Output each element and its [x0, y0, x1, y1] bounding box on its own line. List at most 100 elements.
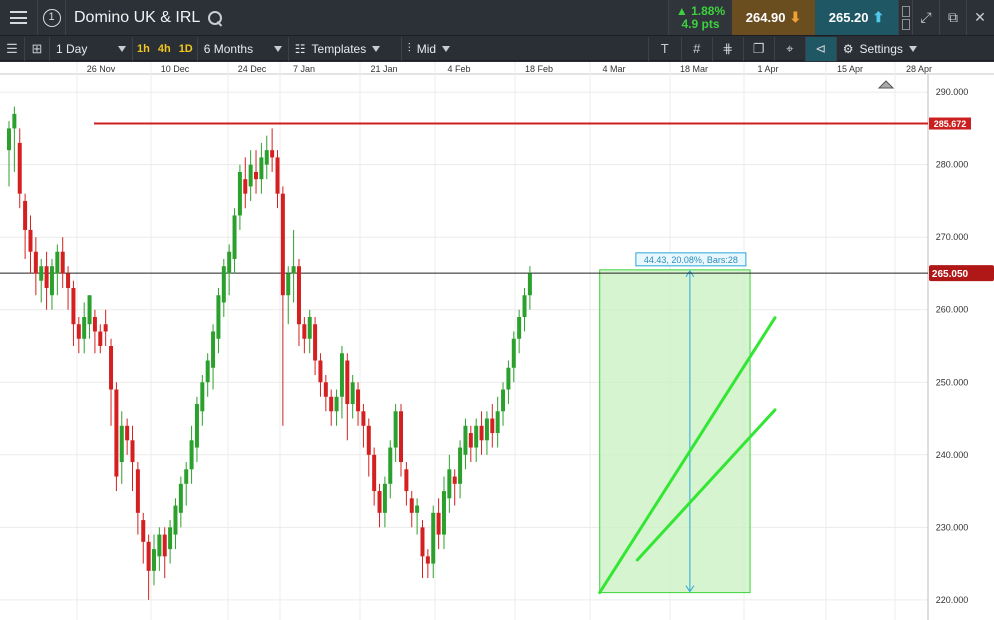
fib-icon[interactable]: ⋕ — [713, 37, 743, 61]
candle-body — [372, 454, 377, 492]
candle-body — [49, 266, 54, 296]
candle-body — [431, 512, 436, 564]
candle-body — [474, 425, 479, 448]
candle-body — [522, 295, 527, 317]
candle-body — [7, 128, 11, 151]
price-chart[interactable]: 26 Nov 10 Dec 24 Dec 7 Jan 21 Jan 4 Feb 18 Feb… — [0, 62, 994, 620]
up-arrow-icon: ▲ — [675, 3, 688, 18]
candle-body — [221, 266, 226, 303]
buy-button[interactable]: 265.20 ⬆ — [815, 0, 898, 35]
crosshair-icon[interactable]: ⌖ — [775, 37, 805, 61]
candle-body — [307, 316, 312, 339]
candle-body — [44, 266, 49, 288]
x-tick-label: 18 Mar — [680, 64, 708, 74]
candle-body — [409, 498, 414, 513]
candle-body — [280, 193, 285, 296]
settings-dropdown[interactable]: ⚙ Settings — [837, 37, 935, 61]
sell-price: 264.90 — [745, 10, 786, 25]
timeframe-4h[interactable]: 4h — [154, 43, 175, 55]
sell-button[interactable]: 264.90 ⬇ — [732, 0, 815, 35]
candle-body — [82, 316, 87, 339]
candles-icon: ⫶ — [407, 41, 411, 55]
candle-body — [141, 520, 146, 542]
chevron-down-icon — [908, 45, 917, 52]
chevron-down-icon — [118, 45, 126, 52]
interval-dropdown[interactable]: 1 Day — [50, 37, 132, 61]
candle-body — [291, 266, 296, 274]
gear-icon: ⚙ — [842, 41, 854, 56]
measure-label: 44.43, 20.08%, Bars:28 — [644, 255, 738, 265]
candle-body — [484, 418, 489, 441]
candle-body — [495, 411, 500, 434]
scroll-up-icon — [877, 80, 895, 89]
search-icon[interactable] — [207, 10, 223, 26]
menu-icon[interactable] — [0, 0, 38, 35]
templates-dropdown[interactable]: ☷ Templates — [289, 37, 401, 61]
candle-body — [441, 491, 446, 535]
y-tick-label: 290.000 — [936, 87, 969, 97]
expand-icon[interactable]: ⤢ — [912, 0, 939, 35]
layers-icon[interactable]: ❐ — [744, 37, 774, 61]
candle-body — [463, 425, 468, 455]
candle-body — [356, 389, 361, 412]
candle-body — [87, 295, 92, 325]
candle-body — [237, 171, 242, 216]
candle-body — [205, 360, 210, 383]
candle-body — [146, 541, 151, 571]
hashtag-icon[interactable]: # — [682, 37, 712, 61]
period-dropdown[interactable]: 6 Months — [198, 37, 288, 61]
candle-body — [302, 324, 307, 339]
grid-icon[interactable]: ⊞ — [25, 37, 49, 61]
candle-body — [157, 534, 162, 557]
up-arrow-icon: ⬆ — [872, 9, 885, 25]
candle-body — [168, 527, 173, 550]
candle-body — [125, 425, 130, 441]
timeframe-1d[interactable]: 1D — [175, 43, 197, 55]
candle-body — [452, 476, 457, 484]
candle-body — [243, 179, 248, 194]
list-icon[interactable]: ☰ — [0, 37, 24, 61]
chart-area[interactable]: 26 Nov 10 Dec 24 Dec 7 Jan 21 Jan 4 Feb 18 Feb… — [0, 62, 994, 620]
layout-button[interactable]: 1 — [38, 0, 66, 35]
layout-icon: 1 — [42, 8, 61, 27]
candle-body — [259, 157, 264, 180]
candle-body — [339, 353, 344, 397]
top-bar: 1 Domino UK & IRL ▲ 1.88% 4.9 pts 264.90… — [0, 0, 994, 36]
popout-icon[interactable]: ⧉ — [939, 0, 966, 35]
candle-body — [382, 483, 387, 513]
x-tick-label: 21 Jan — [370, 64, 397, 74]
eraser-icon[interactable]: ⊲ — [805, 36, 836, 61]
candle-body — [511, 338, 516, 368]
candle-body — [447, 469, 452, 499]
candle-body — [377, 491, 382, 513]
candle-body — [404, 469, 409, 492]
candle-body — [60, 251, 65, 274]
x-tick-label: 28 Apr — [906, 64, 932, 74]
current-price-label: 265.050 — [932, 269, 969, 280]
candle-body — [71, 287, 76, 325]
y-tick-label: 260.000 — [936, 305, 969, 315]
candle-body — [270, 150, 275, 158]
text-tool-icon[interactable]: T — [649, 37, 681, 61]
quantity-spinner[interactable] — [898, 0, 912, 35]
candle-body — [264, 150, 269, 165]
timeframe-1h[interactable]: 1h — [133, 43, 154, 55]
x-tick-label: 7 Jan — [293, 64, 315, 74]
candle-body — [366, 425, 371, 455]
candle-body — [527, 273, 532, 296]
candle-body — [501, 389, 506, 412]
y-tick-label: 240.000 — [936, 450, 969, 460]
candle-body — [468, 433, 473, 448]
change-percent: 1.88% — [691, 3, 726, 18]
chevron-down-icon — [273, 45, 282, 52]
price-type-dropdown[interactable]: ⫶ Mid — [402, 37, 648, 61]
candle-body — [109, 346, 114, 390]
close-icon[interactable]: ✕ — [966, 0, 993, 35]
candle-body — [103, 324, 108, 332]
candle-body — [506, 367, 511, 390]
chevron-down-icon — [442, 45, 451, 52]
period-label: 6 Months — [203, 41, 254, 56]
candle-body — [286, 273, 291, 296]
instrument-selector[interactable]: Domino UK & IRL — [66, 0, 668, 35]
resistance-label: 285.672 — [934, 119, 967, 129]
